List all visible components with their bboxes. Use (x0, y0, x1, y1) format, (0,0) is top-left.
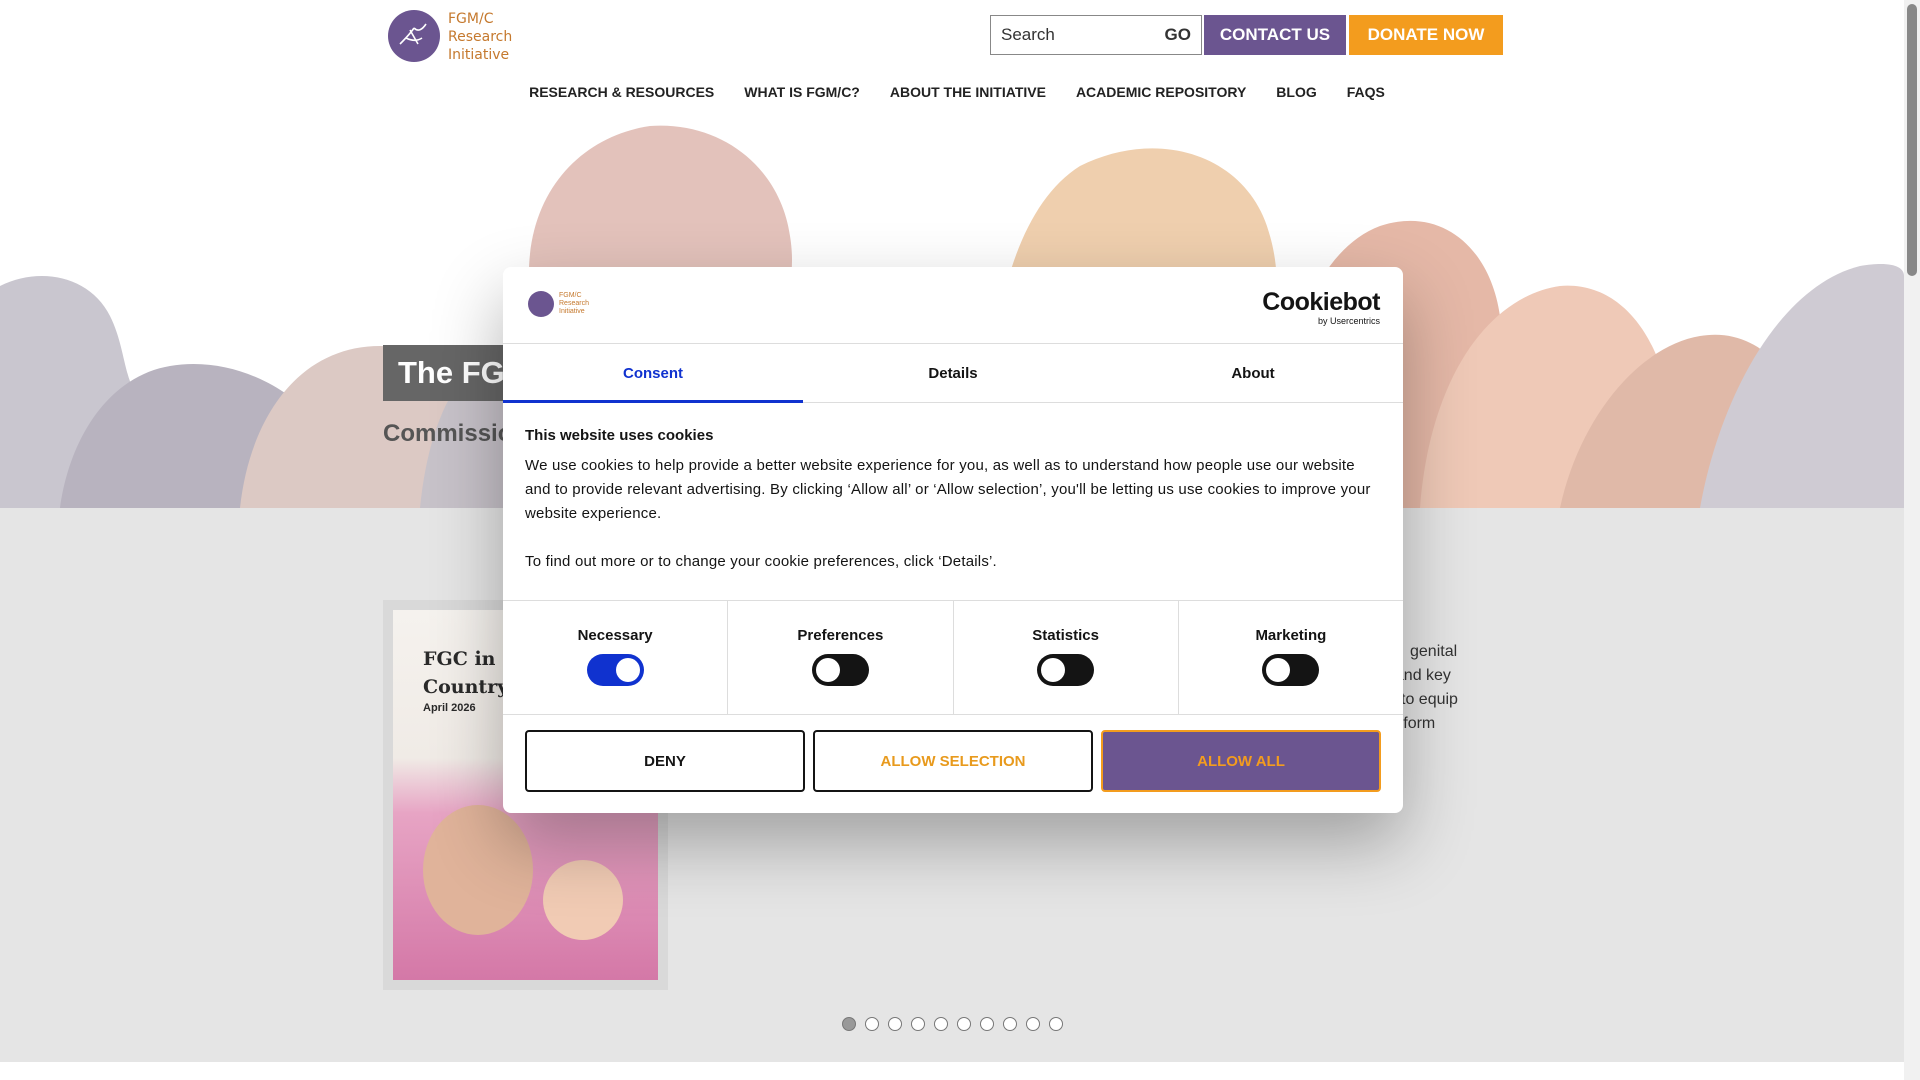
toggle-label: Statistics (1032, 627, 1099, 644)
nav-item-research-resources[interactable]: RESEARCH & RESOURCES (529, 84, 714, 100)
statistics-toggle[interactable] (1037, 654, 1095, 686)
dialog-body: This website uses cookies We use cookies… (503, 403, 1403, 600)
nav-item-academic-repository[interactable]: ACADEMIC REPOSITORY (1076, 84, 1246, 100)
toggle-knob (815, 658, 840, 682)
description-line: ks, and key (1370, 667, 1451, 684)
page-scrollbar[interactable] (1904, 0, 1920, 1080)
dialog-paragraph: To find out more or to change your cooki… (525, 553, 997, 570)
scrollbar-thumb[interactable] (1907, 4, 1917, 276)
logo-line: Research (559, 300, 589, 307)
toggle-label: Marketing (1255, 627, 1327, 644)
carousel-dots (842, 1017, 1063, 1031)
allow-selection-button[interactable]: ALLOW SELECTION (813, 730, 1093, 792)
nav-item-what-is-fgmc[interactable]: WHAT IS FGM/C? (744, 84, 860, 100)
description-line: genital (1410, 643, 1458, 660)
cookiebot-brand-sub: by Usercentrics (1317, 316, 1380, 326)
toggle-knob (615, 658, 640, 682)
nav-item-about-initiative[interactable]: ABOUT THE INITIATIVE (890, 84, 1046, 100)
carousel-dot[interactable] (911, 1017, 925, 1031)
logo-emblem-icon (388, 10, 440, 62)
footer-strip (0, 1062, 1904, 1080)
tab-consent[interactable]: Consent (503, 344, 803, 403)
cookiebot-logo[interactable]: Cookiebot by Usercentrics (1262, 289, 1380, 326)
necessary-toggle[interactable] (586, 654, 644, 686)
logo-line: Research (448, 29, 513, 45)
main-nav: RESEARCH & RESOURCES WHAT IS FGM/C? ABOU… (0, 84, 1904, 100)
logo-line: Initiative (559, 308, 585, 315)
description-line: to inform (1373, 715, 1436, 732)
tab-details[interactable]: Details (803, 344, 1103, 402)
search-input[interactable] (991, 25, 1151, 45)
allow-all-button[interactable]: ALLOW ALL (1101, 730, 1381, 792)
description-line: is to equip (1385, 691, 1458, 708)
tab-about[interactable]: About (1103, 344, 1403, 402)
carousel-dot[interactable] (1003, 1017, 1017, 1031)
logo-line: FGM/C (448, 11, 494, 27)
dialog-site-logo: FGM/C Research Initiative (528, 291, 589, 317)
carousel-dot[interactable] (1049, 1017, 1063, 1031)
toggle-preferences-group: Preferences (728, 601, 954, 714)
hero-subtitle: Commissio (383, 420, 513, 447)
deny-button[interactable]: DENY (525, 730, 805, 792)
logo-line: Initiative (448, 47, 510, 63)
featured-description: genital ks, and key is to equip to infor… (1370, 640, 1600, 736)
toggle-label: Preferences (797, 627, 884, 644)
toggle-statistics-group: Statistics (954, 601, 1179, 714)
marketing-toggle[interactable] (1262, 654, 1320, 686)
toggle-label: Necessary (577, 627, 653, 644)
dialog-heading: This website uses cookies (525, 427, 714, 444)
search-box: GO (990, 15, 1202, 55)
logo-text: FGM/C Research Initiative (448, 10, 512, 64)
dialog-logo-text: FGM/C Research Initiative (559, 292, 589, 316)
dialog-paragraph: We use cookies to help provide a better … (525, 457, 1371, 522)
toggle-necessary-group: Necessary (503, 601, 729, 714)
report-cover-date: April 2026 (423, 702, 476, 714)
carousel-dot[interactable] (865, 1017, 879, 1031)
site-logo[interactable]: FGM/C Research Initiative (388, 10, 512, 64)
search-go-button[interactable]: GO (1165, 25, 1191, 45)
nav-item-faqs[interactable]: FAQS (1347, 84, 1385, 100)
cookie-consent-dialog: FGM/C Research Initiative Cookiebot by U… (503, 267, 1403, 813)
carousel-dot[interactable] (1026, 1017, 1040, 1031)
carousel-dot[interactable] (957, 1017, 971, 1031)
dialog-tabs: Consent Details About (503, 344, 1403, 403)
dialog-actions: DENY ALLOW SELECTION ALLOW ALL (503, 715, 1403, 792)
cookiebot-brand: Cookiebot (1262, 288, 1380, 316)
carousel-dot[interactable] (888, 1017, 902, 1031)
toggle-knob (1041, 658, 1066, 682)
cover-photo-figure (423, 805, 533, 935)
carousel-dot[interactable] (934, 1017, 948, 1031)
carousel-dot[interactable] (842, 1017, 856, 1031)
contact-us-button[interactable]: CONTACT US (1204, 15, 1346, 55)
dialog-header: FGM/C Research Initiative Cookiebot by U… (503, 267, 1403, 344)
preferences-toggle[interactable] (811, 654, 869, 686)
cover-photo-figure (543, 860, 623, 940)
logo-emblem-icon (528, 291, 554, 317)
toggle-marketing-group: Marketing (1179, 601, 1403, 714)
site-header: FGM/C Research Initiative GO CONTACT US … (0, 0, 1904, 116)
donate-now-button[interactable]: DONATE NOW (1349, 15, 1503, 55)
nav-item-blog[interactable]: BLOG (1276, 84, 1316, 100)
logo-line: FGM/C (559, 292, 582, 299)
cookie-category-toggles: Necessary Preferences Statistics Marketi… (503, 600, 1403, 715)
toggle-knob (1266, 658, 1291, 682)
carousel-dot[interactable] (980, 1017, 994, 1031)
